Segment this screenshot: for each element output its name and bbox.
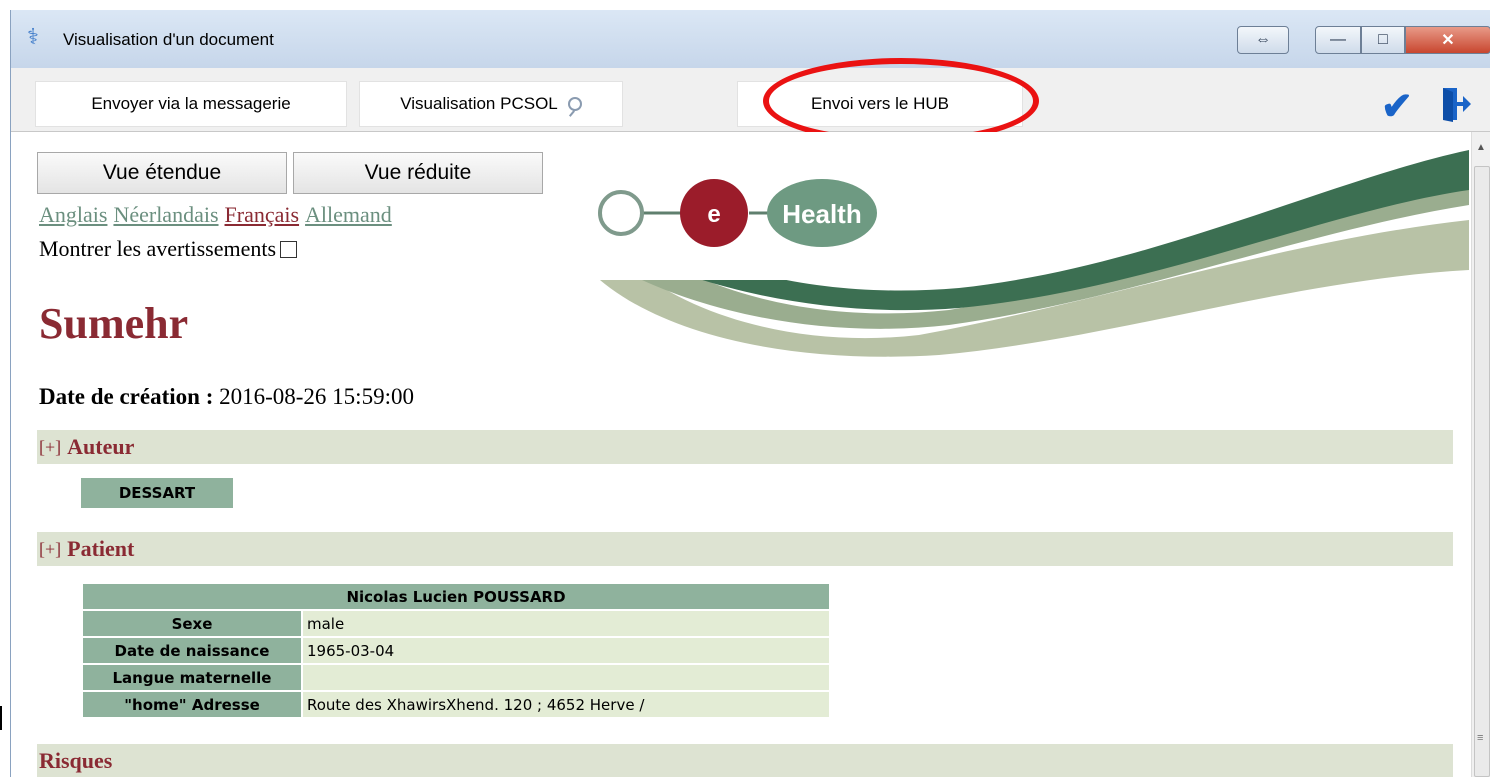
minimize-button[interactable]: — [1315,26,1361,54]
app-icon: ⚕ [27,24,39,49]
warnings-label: Montrer les avertissements [39,236,277,261]
send-hub-button[interactable]: Envoi vers le HUB [737,81,1023,127]
patient-table: Nicolas Lucien POUSSARD Sexe male Date d… [81,582,831,719]
resize-button[interactable]: ⇔ [1237,26,1289,54]
table-row: Langue maternelle [81,663,831,692]
warnings-toggle: Montrer les avertissements [39,236,298,262]
vertical-scrollbar[interactable]: ▲ ≡ [1471,132,1490,777]
language-links: Anglais Néerlandais Français Allemand [39,202,398,228]
view-pcsol-button[interactable]: Visualisation PCSOL [359,81,623,127]
patient-field-key: Sexe [81,609,303,638]
grip-icon: ≡ [1477,732,1484,744]
close-button[interactable]: ✕ [1405,26,1490,54]
risks-section-title: Risques [39,748,113,773]
patient-name: Nicolas Lucien POUSSARD [81,582,831,611]
maximize-button[interactable]: □ [1361,26,1405,54]
patient-section-title: Patient [67,536,135,561]
toolbar: Envoyer via la messagerie Visualisation … [11,68,1490,132]
send-message-button[interactable]: Envoyer via la messagerie [35,81,347,127]
reduced-view-button[interactable]: Vue réduite [293,152,543,194]
section-author[interactable]: [+] Auteur [37,430,1453,464]
window-title: Visualisation d'un document [63,30,274,49]
patient-field-value: male [301,609,831,638]
patient-field-value [301,663,831,692]
logo-brand: Health [782,199,861,229]
edge-mark [0,706,2,730]
title-bar[interactable]: ⚕ Visualisation d'un document ⇔ — □ ✕ [11,10,1490,68]
send-hub-label: Envoi vers le HUB [811,94,949,113]
view-pcsol-label: Visualisation PCSOL [400,94,558,113]
scroll-up-icon[interactable]: ▲ [1476,142,1486,153]
patient-field-key: "home" Adresse [81,690,303,719]
table-row: Date de naissance 1965-03-04 [81,636,831,665]
patient-field-key: Date de naissance [81,636,303,665]
author-section-title: Auteur [67,434,135,459]
send-message-label: Envoyer via la messagerie [91,94,291,113]
patient-field-value: Route des XhawirsXhend. 120 ; 4652 Herve… [301,690,831,719]
magnifier-icon [567,97,582,111]
creation-value: 2016-08-26 15:59:00 [219,384,414,409]
lang-link-french[interactable]: Français [225,202,300,227]
check-icon[interactable]: ✔ [1381,84,1413,129]
extended-view-button[interactable]: Vue étendue [37,152,287,194]
document-title: Sumehr [39,299,189,348]
document-content: Vue étendue Vue réduite Anglais Néerlanda… [11,132,1471,777]
logo-letter: e [707,201,720,228]
lang-link-english[interactable]: Anglais [39,202,107,227]
creation-label: Date de création : [39,384,214,409]
author-toggle[interactable]: [+] [39,437,61,458]
patient-toggle[interactable]: [+] [39,539,61,560]
exit-icon[interactable] [1441,86,1471,122]
section-risks[interactable]: Risques [37,744,1453,777]
lang-link-german[interactable]: Allemand [305,202,392,227]
creation-date: Date de création : 2016-08-26 15:59:00 [39,384,414,410]
table-row: "home" Adresse Route des XhawirsXhend. 1… [81,690,831,719]
table-row: Nicolas Lucien POUSSARD [81,582,831,611]
scrollbar-thumb[interactable] [1474,166,1490,777]
section-patient[interactable]: [+] Patient [37,532,1453,566]
ehealth-logo: e Health [589,150,1469,365]
warnings-checkbox[interactable] [280,240,298,258]
table-row: Sexe male [81,609,831,638]
author-name: DESSART [81,478,233,508]
patient-field-value: 1965-03-04 [301,636,831,665]
document-window: ⚕ Visualisation d'un document ⇔ — □ ✕ En… [10,10,1490,777]
patient-field-key: Langue maternelle [81,663,303,692]
lang-link-dutch[interactable]: Néerlandais [113,202,218,227]
